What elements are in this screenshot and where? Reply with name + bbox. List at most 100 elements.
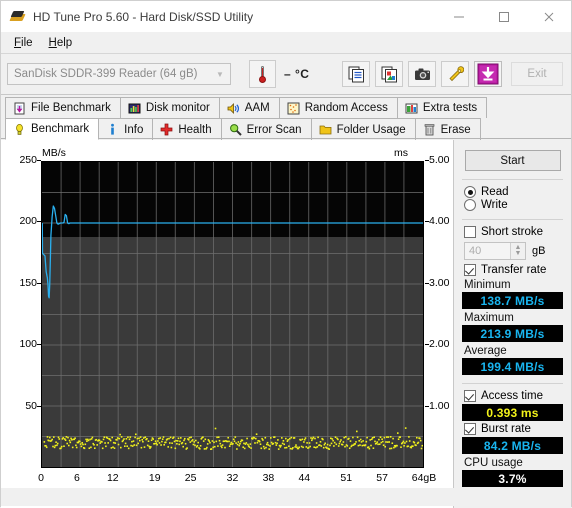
minimize-icon[interactable] <box>436 1 481 32</box>
tab-label: Erase <box>440 123 471 136</box>
checkbox-burst-rate[interactable]: Burst rate <box>464 423 563 435</box>
chevron-down-icon: ▼ <box>216 69 224 79</box>
y-axis-right-label: ms <box>394 147 408 159</box>
checkbox-transfer-rate[interactable]: Transfer rate <box>464 264 563 276</box>
chart-plot-area <box>41 161 424 468</box>
checkbox-access-time[interactable]: Access time <box>464 390 563 402</box>
random-access-icon <box>287 102 300 115</box>
disk-monitor-icon <box>128 102 141 115</box>
exit-button[interactable]: Exit <box>511 62 563 86</box>
maximize-icon[interactable] <box>481 1 526 32</box>
toolbar: SanDisk SDDR-399 Reader (64 gB) ▼ – °C E… <box>1 54 571 95</box>
menu-item-file[interactable]: FFileile <box>7 35 42 51</box>
tab-bar: File Benchmark Disk monitor AAM Random A… <box>1 95 571 140</box>
lightbulb-icon <box>13 123 26 136</box>
cpu-usage-label: CPU usage <box>464 457 523 469</box>
x-axis-tick: 51 <box>340 472 353 484</box>
transfer-rate-checkbox-indicator <box>464 264 476 276</box>
info-icon <box>106 123 119 136</box>
short-stroke-value: 40 <box>469 245 482 257</box>
x-axis-tick: 57 <box>376 472 388 484</box>
radio-read-indicator <box>464 186 476 198</box>
average-value: 199.4 MB/s <box>462 358 563 375</box>
hd-tune-window: HD Tune Pro 5.60 - Hard Disk/SSD Utility… <box>0 0 572 508</box>
start-button[interactable]: Start <box>464 150 561 171</box>
tab-label: Error Scan <box>246 123 302 136</box>
copy-text-button[interactable] <box>342 61 370 87</box>
tab-disk-monitor[interactable]: Disk monitor <box>119 97 220 118</box>
window-title: HD Tune Pro 5.60 - Hard Disk/SSD Utility <box>33 9 254 24</box>
y-axis-tick: 50 <box>11 400 41 412</box>
tab-aam[interactable]: AAM <box>218 97 280 118</box>
maximum-label: Maximum <box>464 312 514 324</box>
tab-label: Folder Usage <box>336 123 406 136</box>
stepper-arrows-icon[interactable]: ▲ ▼ <box>510 243 525 259</box>
tab-label: File Benchmark <box>31 102 111 114</box>
tab-label: Health <box>178 123 212 136</box>
tab-label: Random Access <box>304 102 388 114</box>
radio-write-label: Write <box>481 199 508 211</box>
hdtune-logo-icon <box>9 9 26 25</box>
tab-row-top: File Benchmark Disk monitor AAM Random A… <box>1 97 571 118</box>
magnifier-icon <box>229 123 242 136</box>
y-axis-tick: 200 <box>11 215 41 227</box>
tab-error-scan[interactable]: Error Scan <box>220 118 312 140</box>
x-axis-tick: 12 <box>106 472 119 484</box>
tab-erase[interactable]: Erase <box>414 118 481 140</box>
tab-file-benchmark[interactable]: File Benchmark <box>5 97 121 118</box>
temperature-button[interactable] <box>249 60 276 88</box>
benchmark-panel: MB/s ms 250 200 150 100 50 5.00 4.00 3.00 2.00 1… <box>1 140 571 508</box>
tab-label: Benchmark <box>31 123 90 135</box>
tab-label: Extra tests <box>422 102 478 114</box>
drive-select[interactable]: SanDisk SDDR-399 Reader (64 gB) ▼ <box>7 63 231 85</box>
radio-read[interactable]: Read <box>464 186 563 198</box>
wrench-icon <box>448 65 464 81</box>
burst-rate-value: 84.2 MB/s <box>462 437 563 454</box>
screenshot-button[interactable] <box>408 61 436 87</box>
short-stroke-label: Short stroke <box>481 226 543 238</box>
y-axis-tick: 100 <box>11 338 41 350</box>
x-axis-tick: 32 <box>226 472 239 484</box>
tab-random-access[interactable]: Random Access <box>278 97 398 118</box>
menu-bar: FFileile HHelpelp <box>1 33 571 53</box>
x-axis-tick: 25 <box>184 472 197 484</box>
folder-icon <box>319 123 332 136</box>
x-axis-tick: 44 <box>298 472 311 484</box>
minimum-value: 138.7 MB/s <box>462 292 563 309</box>
tab-info[interactable]: Info <box>98 118 154 140</box>
menu-item-help[interactable]: HHelpelp <box>42 35 82 51</box>
short-stroke-stepper[interactable]: 40 ▲ ▼ <box>464 242 526 260</box>
short-stroke-checkbox-indicator <box>464 226 476 238</box>
divider <box>462 179 563 180</box>
average-label: Average <box>464 345 507 357</box>
copy-image-icon <box>381 66 397 82</box>
radio-write[interactable]: Write <box>464 199 563 211</box>
tab-label: Disk monitor <box>145 102 210 114</box>
save-button[interactable] <box>474 61 502 87</box>
close-icon[interactable] <box>526 1 571 32</box>
y-axis-label: MB/s <box>42 147 66 159</box>
tools-button[interactable] <box>441 61 469 87</box>
x-axis-tick: 64gB <box>411 472 437 484</box>
y-axis-tick: 150 <box>11 277 41 289</box>
checkbox-short-stroke[interactable]: Short stroke <box>464 226 563 238</box>
copy-image-button[interactable] <box>375 61 403 87</box>
x-axis-tick: 0 <box>38 472 44 484</box>
tab-benchmark[interactable]: Benchmark <box>5 118 100 140</box>
tab-label: Info <box>124 123 144 136</box>
transfer-rate-chart: MB/s ms 250 200 150 100 50 5.00 4.00 3.00 2.00 1… <box>11 147 452 499</box>
tab-row-bottom: Benchmark Info Health Error Scan Folder … <box>1 118 571 140</box>
tab-health[interactable]: Health <box>152 118 222 140</box>
radio-read-label: Read <box>481 186 509 198</box>
title-bar: HD Tune Pro 5.60 - Hard Disk/SSD Utility <box>1 1 571 33</box>
radio-write-indicator <box>464 199 476 211</box>
tab-extra-tests[interactable]: Extra tests <box>396 97 488 118</box>
short-stroke-unit: gB <box>532 245 546 257</box>
divider <box>462 219 563 220</box>
temperature-value: – °C <box>284 67 310 81</box>
trash-icon <box>423 123 436 136</box>
cpu-usage-value: 3.7% <box>462 470 563 487</box>
tab-folder-usage[interactable]: Folder Usage <box>310 118 416 140</box>
drive-select-value: SanDisk SDDR-399 Reader (64 gB) <box>14 68 198 80</box>
short-stroke-size-row: 40 ▲ ▼ gB <box>464 242 563 260</box>
